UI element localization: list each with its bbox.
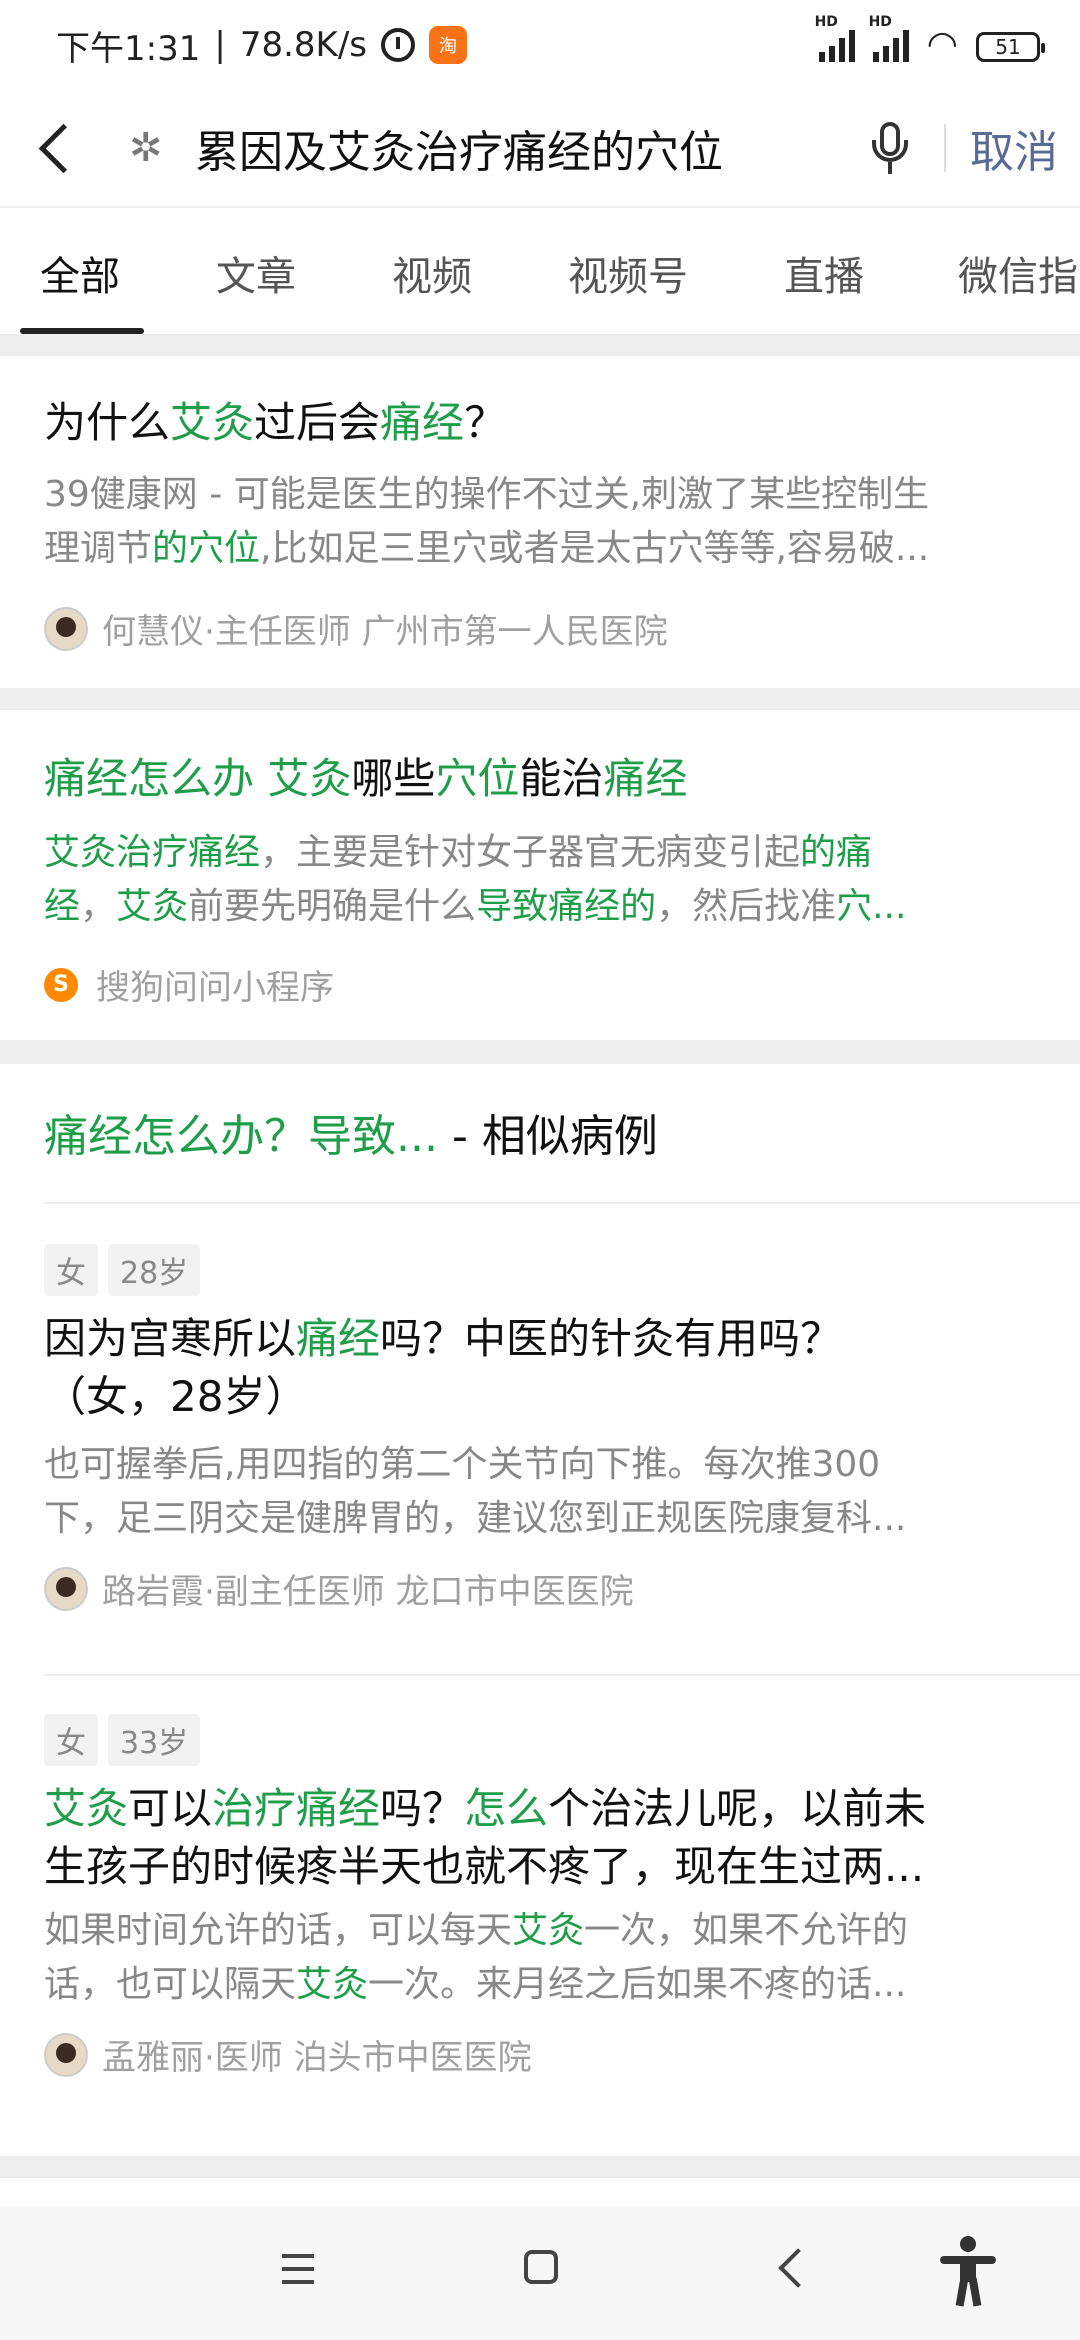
case-answer: 也可握拳后,用四指的第二个关节向下推。每次推300 下，足三阴交是健脾胃的，建议…: [44, 1444, 907, 1539]
case-answer: 如果时间允许的话，可以每天艾灸一次，如果不允许的 话，也可以隔天艾灸一次。来月经…: [44, 1910, 909, 2005]
next-card-peek: [0, 2178, 1080, 2206]
case-tags: 女 33岁: [44, 1714, 1054, 1766]
similar-cases-card: 痛经怎么办？导致... - 相似病例 女 28岁 因为宫寒所以痛经吗？中医的针灸有…: [0, 1064, 1080, 2156]
microphone-icon[interactable]: [860, 118, 920, 178]
age-tag: 28岁: [108, 1244, 201, 1296]
system-nav-bar: [0, 2206, 1080, 2340]
tab-live[interactable]: 直播: [784, 244, 864, 302]
doctor-avatar: [44, 1566, 88, 1611]
result-snippet: 39健康网 - 可能是医生的操作不过关,刺激了某些控制生 理调节的穴位,比如足三…: [44, 474, 930, 569]
result-card-2[interactable]: 痛经怎么办 艾灸哪些穴位能治痛经 艾灸治疗痛经，主要是针对女子器官无病变引起的痛…: [0, 710, 1080, 1040]
tab-bar: 全部 文章 视频 视频号 直播 微信指: [0, 206, 1080, 334]
case-item-2[interactable]: 女 33岁 艾灸可以治疗痛经吗？怎么个治法儿呢，以前未 生孩子的时候疼半天也就不疼…: [44, 1714, 1054, 2079]
cancel-button[interactable]: 取消: [970, 116, 1058, 180]
avatar: [44, 606, 88, 651]
tab-wechat-index[interactable]: 微信指: [958, 244, 1078, 302]
net-speed: 78.8K/s: [239, 25, 367, 65]
signal-icon: HD: [815, 14, 855, 62]
tab-channels[interactable]: 视频号: [568, 244, 688, 302]
tab-articles[interactable]: 文章: [216, 244, 296, 302]
tab-videos[interactable]: 视频: [392, 244, 472, 302]
status-left: 下午1:31 | 78.8K/s 淘: [56, 21, 467, 70]
menu-icon[interactable]: [282, 2254, 314, 2284]
wifi-icon: ◠: [926, 24, 958, 65]
home-icon[interactable]: [524, 2250, 558, 2284]
signal-icon-2: HD: [869, 14, 909, 62]
status-time: 下午1:31: [56, 28, 201, 69]
sogou-icon: S: [44, 967, 78, 1002]
result-source[interactable]: S 搜狗问问小程序: [44, 960, 334, 1009]
divider: [44, 1674, 1080, 1676]
case-doctor[interactable]: 孟雅丽·医师 泊头市中医医院: [44, 2030, 1054, 2079]
accessibility-icon[interactable]: [940, 2236, 996, 2307]
search-input[interactable]: 累因及艾灸治疗痛经的穴位: [195, 116, 860, 180]
result-snippet: 艾灸治疗痛经，主要是针对女子器官无病变引起的痛 经，艾灸前要先明确是什么导致痛经…: [44, 832, 907, 927]
taobao-notification-icon: 淘: [429, 26, 467, 64]
status-bar: 下午1:31 | 78.8K/s 淘 HD HD ◠ 51: [0, 0, 1080, 90]
gender-tag: 女: [44, 1714, 98, 1766]
result-source[interactable]: 何慧仪·主任医师 广州市第一人民医院: [44, 604, 668, 653]
doctor-avatar: [44, 2032, 88, 2077]
search-bar: ✲ 累因及艾灸治疗痛经的穴位 取消: [0, 90, 1080, 206]
back-nav-icon[interactable]: [778, 2248, 818, 2288]
divider: [944, 124, 946, 172]
result-card-1[interactable]: 为什么艾灸过后会痛经？ 39健康网 - 可能是医生的操作不过关,刺激了某些控制生…: [0, 356, 1080, 688]
ai-sparkle-icon: ✲: [129, 125, 163, 171]
case-item-1[interactable]: 女 28岁 因为宫寒所以痛经吗？中医的针灸有用吗？ （女，28岁） 也可握拳后,用…: [44, 1244, 1054, 1613]
tab-all[interactable]: 全部: [40, 244, 120, 302]
case-tags: 女 28岁: [44, 1244, 1054, 1296]
result-title[interactable]: 为什么艾灸过后会痛经？: [44, 394, 506, 452]
active-tab-indicator: [20, 328, 144, 334]
divider: [44, 1202, 1080, 1204]
age-tag: 33岁: [108, 1714, 201, 1766]
result-title[interactable]: 痛经怎么办 艾灸哪些穴位能治痛经: [44, 750, 687, 808]
case-doctor[interactable]: 路岩霞·副主任医师 龙口市中医医院: [44, 1564, 1054, 1613]
battery-icon: 51: [976, 32, 1045, 62]
similar-cases-header[interactable]: 痛经怎么办？导致... - 相似病例: [44, 1108, 658, 1166]
alarm-icon: [381, 28, 415, 62]
status-right: HD HD ◠ 51: [815, 14, 1045, 65]
back-icon[interactable]: [38, 123, 89, 173]
gender-tag: 女: [44, 1244, 98, 1296]
case-question[interactable]: 艾灸可以治疗痛经吗？怎么个治法儿呢，以前未 生孩子的时候疼半天也就不疼了，现在生…: [44, 1780, 1054, 1896]
case-question[interactable]: 因为宫寒所以痛经吗？中医的针灸有用吗？ （女，28岁）: [44, 1310, 1054, 1426]
